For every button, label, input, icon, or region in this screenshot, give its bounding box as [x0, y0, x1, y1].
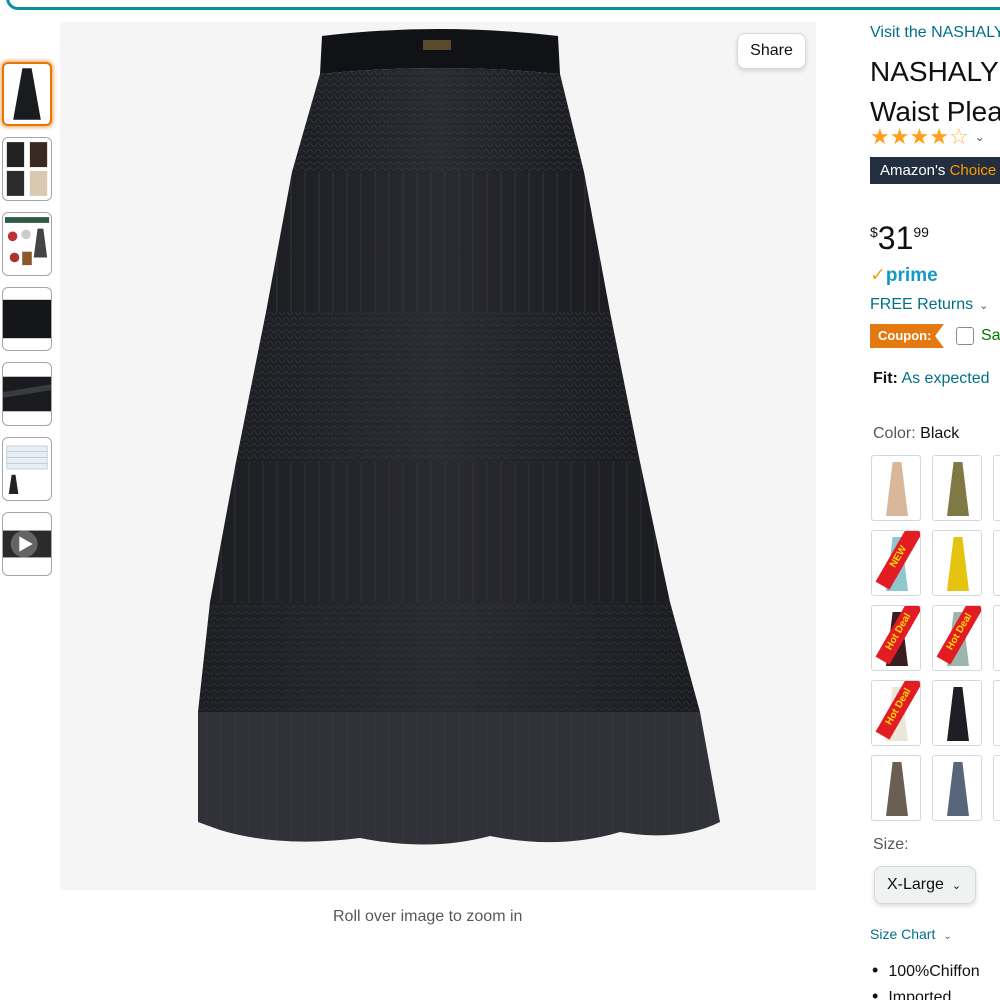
- swatch-light-blue[interactable]: NEW: [871, 530, 921, 596]
- title-line-1: NASHALY: [870, 56, 999, 87]
- amazons-choice-badge: Amazon's Choice: [870, 157, 1000, 184]
- rating-stars[interactable]: ★ ★ ★ ★ ☆ ⌄: [870, 126, 985, 148]
- half-star-icon: ☆: [948, 124, 969, 149]
- product-page: Share Roll over image to zoom in Visit t…: [0, 0, 1000, 1000]
- feature-bullets: 100%Chiffon Imported: [870, 958, 1000, 1000]
- fit-info: Fit: As expected: [873, 370, 990, 387]
- swatch-black[interactable]: [932, 680, 982, 746]
- product-title: NASHALY Waist Plea: [870, 52, 1000, 132]
- prime-check-icon: ✓: [870, 265, 886, 286]
- price: $3199: [870, 220, 929, 256]
- swatch-extra-2[interactable]: [993, 530, 1000, 596]
- coupon-checkbox[interactable]: [956, 327, 974, 345]
- thumbnail-strip: [2, 62, 52, 587]
- swatch-extra-4[interactable]: [993, 680, 1000, 746]
- skirt-image: [198, 29, 720, 845]
- thumbnail-4[interactable]: [2, 287, 52, 351]
- coupon-badge: Coupon:: [870, 324, 944, 348]
- chevron-down-icon: ⌄: [979, 300, 989, 312]
- swatch-slate[interactable]: [932, 755, 982, 821]
- coupon-row: Coupon: Save: [870, 324, 1000, 348]
- thumbnail-2[interactable]: [2, 137, 52, 201]
- product-info: Visit the NASHALY Store NASHALY Waist Pl…: [870, 0, 1000, 1000]
- size-label: Size:: [873, 836, 909, 853]
- swatch-floral-dark[interactable]: Hot Deal: [871, 605, 921, 671]
- prime-badge: ✓prime: [870, 265, 938, 286]
- bullet-item: Imported: [870, 984, 1000, 1000]
- swatch-brown[interactable]: [871, 755, 921, 821]
- thumbnail-video[interactable]: [2, 512, 52, 576]
- star-icon: ★: [929, 124, 949, 149]
- size-dropdown[interactable]: X-Large ⌄: [874, 866, 976, 904]
- coupon-text: Save: [981, 327, 1000, 344]
- swatch-ivory[interactable]: Hot Deal: [871, 680, 921, 746]
- main-product-image[interactable]: [60, 22, 816, 890]
- chevron-down-icon: ⌄: [943, 931, 952, 942]
- swatch-extra-3[interactable]: [993, 605, 1000, 671]
- star-icon: ★: [870, 124, 890, 149]
- thumbnail-3[interactable]: [2, 212, 52, 276]
- size-chart-link[interactable]: Size Chart ⌄: [870, 926, 952, 942]
- thumbnail-1[interactable]: [2, 62, 52, 126]
- swatch-sage[interactable]: Hot Deal: [932, 605, 982, 671]
- swatch-extra-5[interactable]: [993, 755, 1000, 821]
- swatch-olive[interactable]: [932, 455, 982, 521]
- chevron-down-icon: ⌄: [974, 130, 985, 144]
- free-returns-link[interactable]: FREE Returns ⌄: [870, 296, 988, 314]
- star-icon: ★: [889, 124, 910, 149]
- thumbnail-6[interactable]: [2, 437, 52, 501]
- fit-value-link[interactable]: As expected: [901, 370, 989, 387]
- swatch-beige[interactable]: [871, 455, 921, 521]
- star-icon: ★: [909, 124, 930, 149]
- share-button[interactable]: Share: [737, 33, 806, 69]
- zoom-hint: Roll over image to zoom in: [333, 908, 523, 925]
- top-frame: [0, 0, 1000, 12]
- swatch-yellow[interactable]: [932, 530, 982, 596]
- thumbnail-5[interactable]: [2, 362, 52, 426]
- store-link[interactable]: Visit the NASHALY Store: [870, 24, 1000, 42]
- color-label: Color: Black: [873, 425, 960, 442]
- bullet-item: 100%Chiffon: [870, 958, 1000, 984]
- chevron-down-icon: ⌄: [951, 880, 962, 892]
- swatch-extra[interactable]: [993, 455, 1000, 521]
